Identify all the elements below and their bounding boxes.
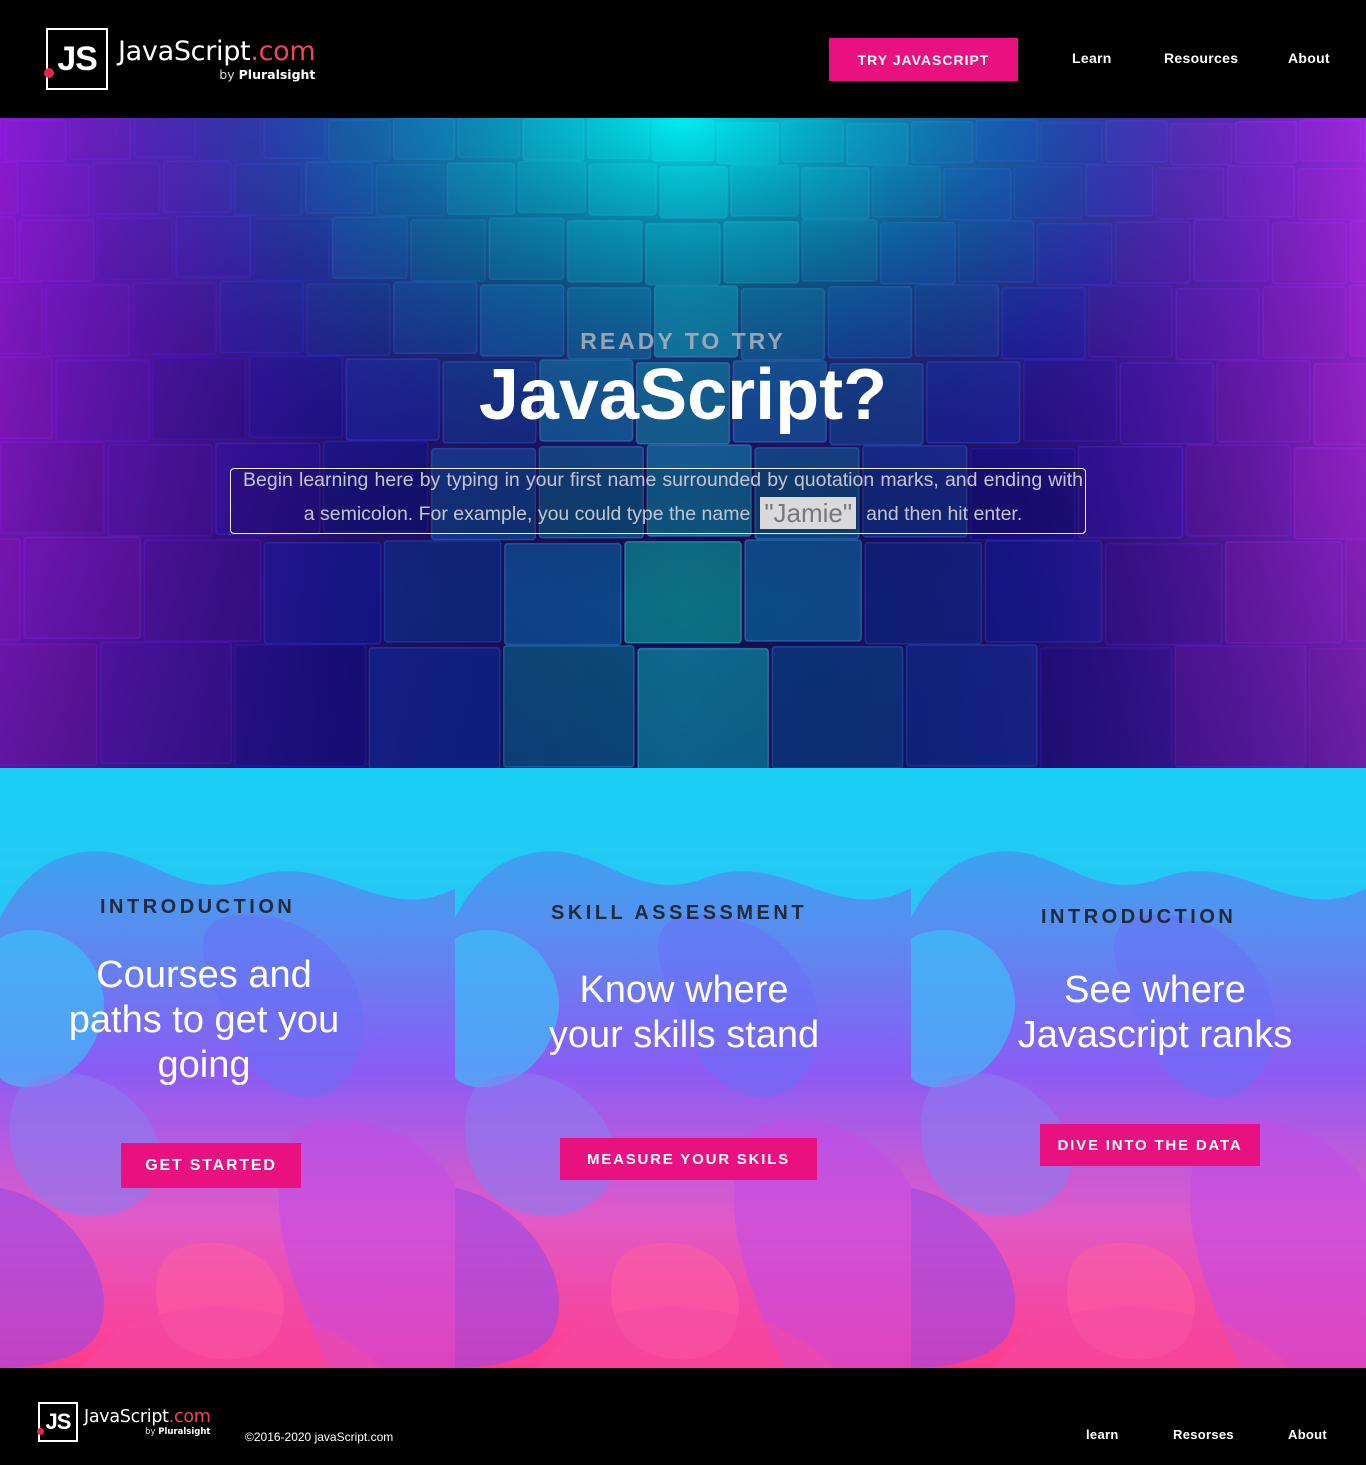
logo-by-prefix: by (219, 67, 235, 82)
js-logo-icon: JS (37, 1402, 78, 1442)
get-started-button[interactable]: GET STARTED (121, 1143, 301, 1188)
logo-wordmark: JavaScript.com by Pluralsight (84, 1407, 211, 1438)
footer-learn-link[interactable]: learn (1086, 1427, 1119, 1442)
card-rankings: INTRODUCTION See where Javascript ranks … (911, 768, 1366, 1368)
hero-section: READY TO TRY JavaScript? Begin learning … (0, 118, 1366, 768)
dive-into-data-button[interactable]: DIVE INTO THE DATA (1040, 1124, 1260, 1166)
logo-by-prefix: by (145, 1427, 156, 1437)
site-logo[interactable]: JS JavaScript.com by Pluralsight (44, 28, 316, 90)
logo-dot-icon (37, 1428, 44, 1435)
footer-logo[interactable]: JS JavaScript.com by Pluralsight (37, 1402, 211, 1442)
logo-tld: .com (168, 1407, 211, 1427)
measure-skills-button[interactable]: MEASURE YOUR SKILS (560, 1138, 817, 1180)
logo-mark: JS (57, 39, 98, 78)
card-kicker: INTRODUCTION (1041, 906, 1237, 928)
nav-learn-link[interactable]: Learn (1072, 50, 1112, 66)
card-skill-assessment: SKILL ASSESSMENT Know where your skills … (455, 768, 911, 1368)
js-logo-icon: JS (44, 28, 108, 90)
hero-title: JavaScript? (478, 355, 888, 435)
logo-tld: .com (250, 36, 316, 67)
card-title: Courses and paths to get you going (68, 954, 340, 1086)
nav-resources-link[interactable]: Resources (1164, 50, 1238, 66)
site-header: JS JavaScript.com by Pluralsight TRY JAV… (0, 0, 1366, 118)
nav-about-link[interactable]: About (1288, 50, 1330, 66)
fluid-gradient-background (911, 768, 1366, 1368)
feature-cards: INTRODUCTION Courses and paths to get yo… (0, 768, 1366, 1368)
logo-by-brand: Pluralsight (238, 67, 316, 82)
site-footer: JS JavaScript.com by Pluralsight ©2016-2… (0, 1368, 1366, 1465)
logo-name: JavaScript (118, 36, 251, 67)
logo-wordmark: JavaScript.com by Pluralsight (118, 36, 316, 83)
logo-by-brand: Pluralsight (158, 1427, 211, 1437)
logo-dot-icon (44, 68, 54, 78)
card-courses: INTRODUCTION Courses and paths to get yo… (0, 768, 455, 1368)
hero-kicker: READY TO TRY (580, 328, 786, 354)
card-kicker: SKILL ASSESSMENT (551, 902, 808, 924)
card-title: See where Javascript ranks (1017, 969, 1293, 1056)
logo-name: JavaScript (84, 1407, 169, 1427)
fluid-gradient-background (455, 768, 911, 1368)
footer-resources-link[interactable]: Resorses (1173, 1427, 1234, 1442)
copyright-text: ©2016-2020 javaScript.com (245, 1430, 394, 1444)
footer-about-link[interactable]: About (1288, 1427, 1327, 1442)
try-javascript-button[interactable]: TRY JAVASCRIPT (829, 38, 1018, 81)
card-kicker: INTRODUCTION (100, 896, 296, 918)
hero-cube-background (0, 118, 1366, 768)
card-title: Know where your skills stand (548, 969, 820, 1056)
logo-mark: JS (45, 1409, 72, 1434)
javascript-console-input[interactable] (230, 468, 1086, 534)
